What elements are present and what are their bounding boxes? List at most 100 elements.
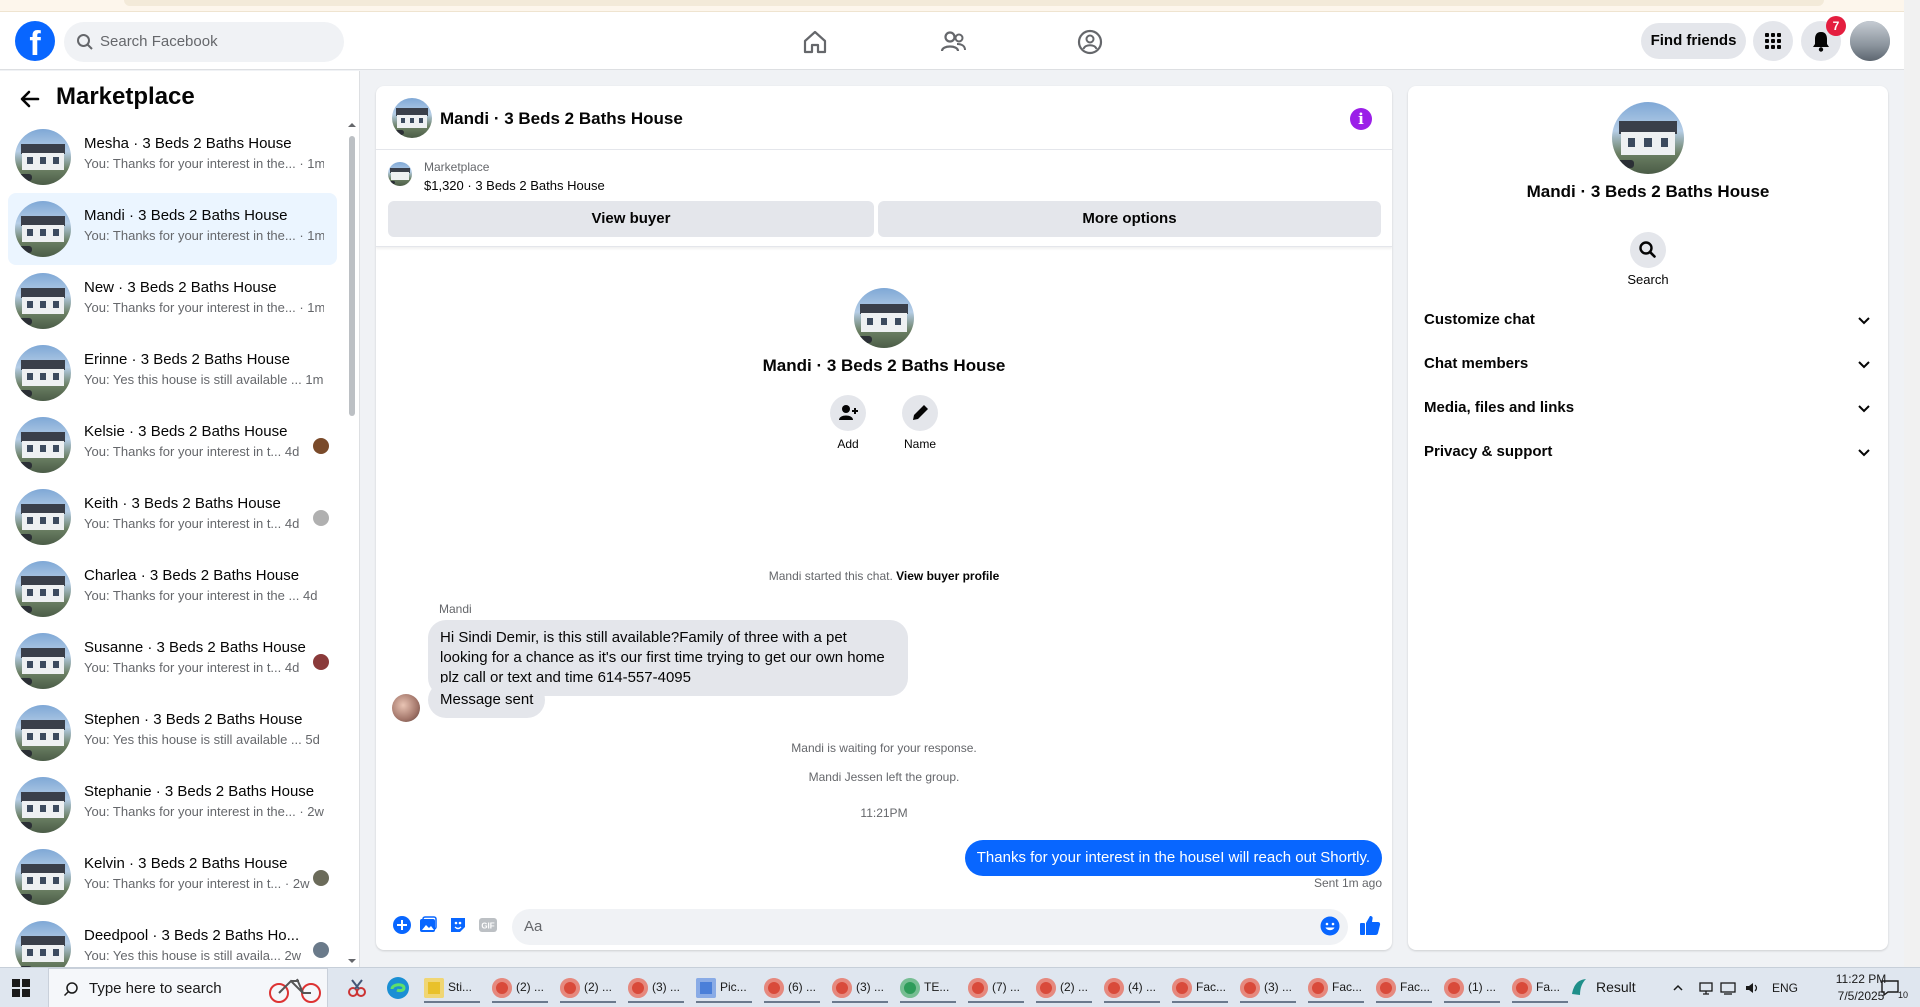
conversation-avatar <box>15 345 71 401</box>
taskbar-app-button[interactable]: Fac... <box>1304 973 1368 1003</box>
details-section-row[interactable]: Privacy & support <box>1424 432 1872 472</box>
gif-icon[interactable]: GIF <box>478 915 498 935</box>
taskbar-app-button[interactable]: (3) ... <box>1236 973 1300 1003</box>
emoji-icon[interactable] <box>1320 916 1340 936</box>
profile-avatar[interactable] <box>1850 21 1890 61</box>
chat-started-text: Mandi started this chat. <box>768 569 893 583</box>
app-running-indicator <box>1376 1001 1432 1003</box>
taskbar-app-button[interactable]: (6) ... <box>760 973 824 1003</box>
home-icon[interactable] <box>799 26 831 58</box>
menu-button[interactable] <box>1753 21 1793 61</box>
search-in-chat-button[interactable] <box>1630 232 1666 268</box>
details-name: Mandi · 3 Beds 2 Baths House <box>1526 182 1770 201</box>
app-icon <box>424 978 444 998</box>
taskbar-app-button[interactable]: Fa... <box>1508 973 1572 1003</box>
conversation-item[interactable]: Kelsie · 3 Beds 2 Baths House You: Thanks… <box>8 409 337 481</box>
conversation-snippet: You: Thanks for your interest in t... 4d <box>84 516 324 531</box>
conversation-item[interactable]: Kelvin · 3 Beds 2 Baths House You: Thanks… <box>8 841 337 913</box>
snipping-tool-icon[interactable] <box>346 977 368 999</box>
action-center-count: 10 <box>1898 990 1909 1000</box>
listing-price[interactable]: $1,320 · 3 Beds 2 Baths House <box>424 178 605 193</box>
details-avatar <box>1612 102 1684 174</box>
search-facebook-input[interactable]: Search Facebook <box>64 22 344 62</box>
taskbar-app-button[interactable]: (3) ... <box>624 973 688 1003</box>
message-input[interactable]: Aa <box>512 909 1348 945</box>
view-buyer-button[interactable]: View buyer <box>388 201 874 237</box>
outgoing-message[interactable]: Thanks for your interest in the houseI w… <box>964 840 1382 876</box>
groups-icon[interactable] <box>1074 26 1106 58</box>
app-label: (2) ... <box>516 980 545 994</box>
conversation-item[interactable]: Deedpool · 3 Beds 2 Baths Ho... You: Yes … <box>8 913 337 967</box>
conversation-item[interactable]: Susanne · 3 Beds 2 Baths House You: Thank… <box>8 625 337 697</box>
taskbar-app-button[interactable]: Fac... <box>1372 973 1436 1003</box>
taskbar-app-button[interactable]: (3) ... <box>828 973 892 1003</box>
taskbar-app-button[interactable]: (4) ... <box>1100 973 1164 1003</box>
taskbar-app-button[interactable]: (7) ... <box>964 973 1028 1003</box>
conversation-item[interactable]: Keith · 3 Beds 2 Baths House You: Thanks … <box>8 481 337 553</box>
taskbar-app-button[interactable]: Pic... <box>692 973 756 1003</box>
language-indicator[interactable]: ENG <box>1772 981 1798 995</box>
taskbar-app-button[interactable]: (2) ... <box>556 973 620 1003</box>
weather-label[interactable]: Result <box>1572 979 1636 995</box>
sender-avatar[interactable] <box>392 694 420 722</box>
message-sent-bubble[interactable]: Message sent <box>428 682 546 718</box>
window-scrollbar[interactable] <box>1904 0 1920 967</box>
friends-icon[interactable] <box>937 26 969 58</box>
plus-icon[interactable] <box>392 915 412 935</box>
details-section-row[interactable]: Media, files and links <box>1424 388 1872 428</box>
message-timestamp: 11:21PM <box>860 806 908 820</box>
conversation-item[interactable]: Stephanie · 3 Beds 2 Baths House You: Tha… <box>8 769 337 841</box>
taskbar-app-button[interactable]: (2) ... <box>488 973 552 1003</box>
conversation-item[interactable]: New · 3 Beds 2 Baths House You: Thanks fo… <box>8 265 337 337</box>
chat-title[interactable]: Mandi · 3 Beds 2 Baths House <box>440 109 683 129</box>
sent-status: Sent 1m ago <box>1313 876 1382 890</box>
photo-icon[interactable] <box>418 915 438 935</box>
details-section-row[interactable]: Chat members <box>1424 344 1872 384</box>
action-center-icon[interactable] <box>1880 978 1900 998</box>
taskbar-app-button[interactable]: (1) ... <box>1440 973 1504 1003</box>
name-label: Name <box>903 437 936 451</box>
find-friends-button[interactable]: Find friends <box>1641 23 1746 59</box>
more-options-button[interactable]: More options <box>878 201 1381 237</box>
conversation-item[interactable]: Stephen · 3 Beds 2 Baths House You: Yes t… <box>8 697 337 769</box>
app-icon <box>900 978 920 998</box>
sidebar-scroll-thumb[interactable] <box>349 136 355 416</box>
conversation-item[interactable]: Charlea · 3 Beds 2 Baths House You: Thank… <box>8 553 337 625</box>
windows-start-icon[interactable] <box>12 979 30 997</box>
listing-thumbnail[interactable] <box>388 162 412 186</box>
details-section-row[interactable]: Customize chat <box>1424 300 1872 340</box>
taskbar-app-button[interactable]: TE... <box>896 973 960 1003</box>
sidebar-scrollbar[interactable] <box>346 121 358 967</box>
conversation-avatar <box>15 273 71 329</box>
network-icon[interactable] <box>1698 980 1714 996</box>
chevron-up-icon[interactable] <box>1672 982 1684 994</box>
info-icon[interactable]: i <box>1350 108 1372 130</box>
facebook-logo-icon[interactable]: f <box>15 21 55 61</box>
like-thumb-icon[interactable] <box>1358 913 1382 937</box>
conversation-item[interactable]: Mandi · 3 Beds 2 Baths House You: Thanks … <box>8 193 337 265</box>
sticker-icon[interactable] <box>448 915 468 935</box>
taskbar-app-button[interactable]: Sti... <box>420 973 484 1003</box>
conversation-avatar <box>15 129 71 185</box>
taskbar-app-button[interactable]: Fac... <box>1168 973 1232 1003</box>
taskbar-app-button[interactable]: (2) ... <box>1032 973 1096 1003</box>
app-label: (1) ... <box>1468 980 1497 994</box>
chat-avatar[interactable] <box>392 98 432 138</box>
back-arrow-icon[interactable] <box>18 87 42 111</box>
volume-icon[interactable] <box>1744 980 1760 996</box>
display-icon[interactable] <box>1720 980 1736 996</box>
app-icon <box>1376 978 1396 998</box>
conversation-item[interactable]: Mesha · 3 Beds 2 Baths House You: Thanks … <box>8 121 337 193</box>
app-icon <box>968 978 988 998</box>
snippet-time: 4d <box>284 660 300 675</box>
taskbar-search-box[interactable]: Type here to search <box>48 968 328 1007</box>
edge-browser-icon[interactable] <box>386 976 410 1000</box>
app-icon <box>1444 978 1464 998</box>
snippet-time: · 2w <box>284 876 310 891</box>
conversation-name: Charlea · 3 Beds 2 Baths House <box>84 567 300 584</box>
conversation-snippet: You: Thanks for your interest in the... … <box>84 228 324 243</box>
name-chat-button[interactable]: Name <box>890 395 950 451</box>
add-people-button[interactable]: Add <box>818 395 878 451</box>
conversation-item[interactable]: Erinne · 3 Beds 2 Baths House You: Yes th… <box>8 337 337 409</box>
view-buyer-profile-link[interactable]: View buyer profile <box>896 569 999 583</box>
